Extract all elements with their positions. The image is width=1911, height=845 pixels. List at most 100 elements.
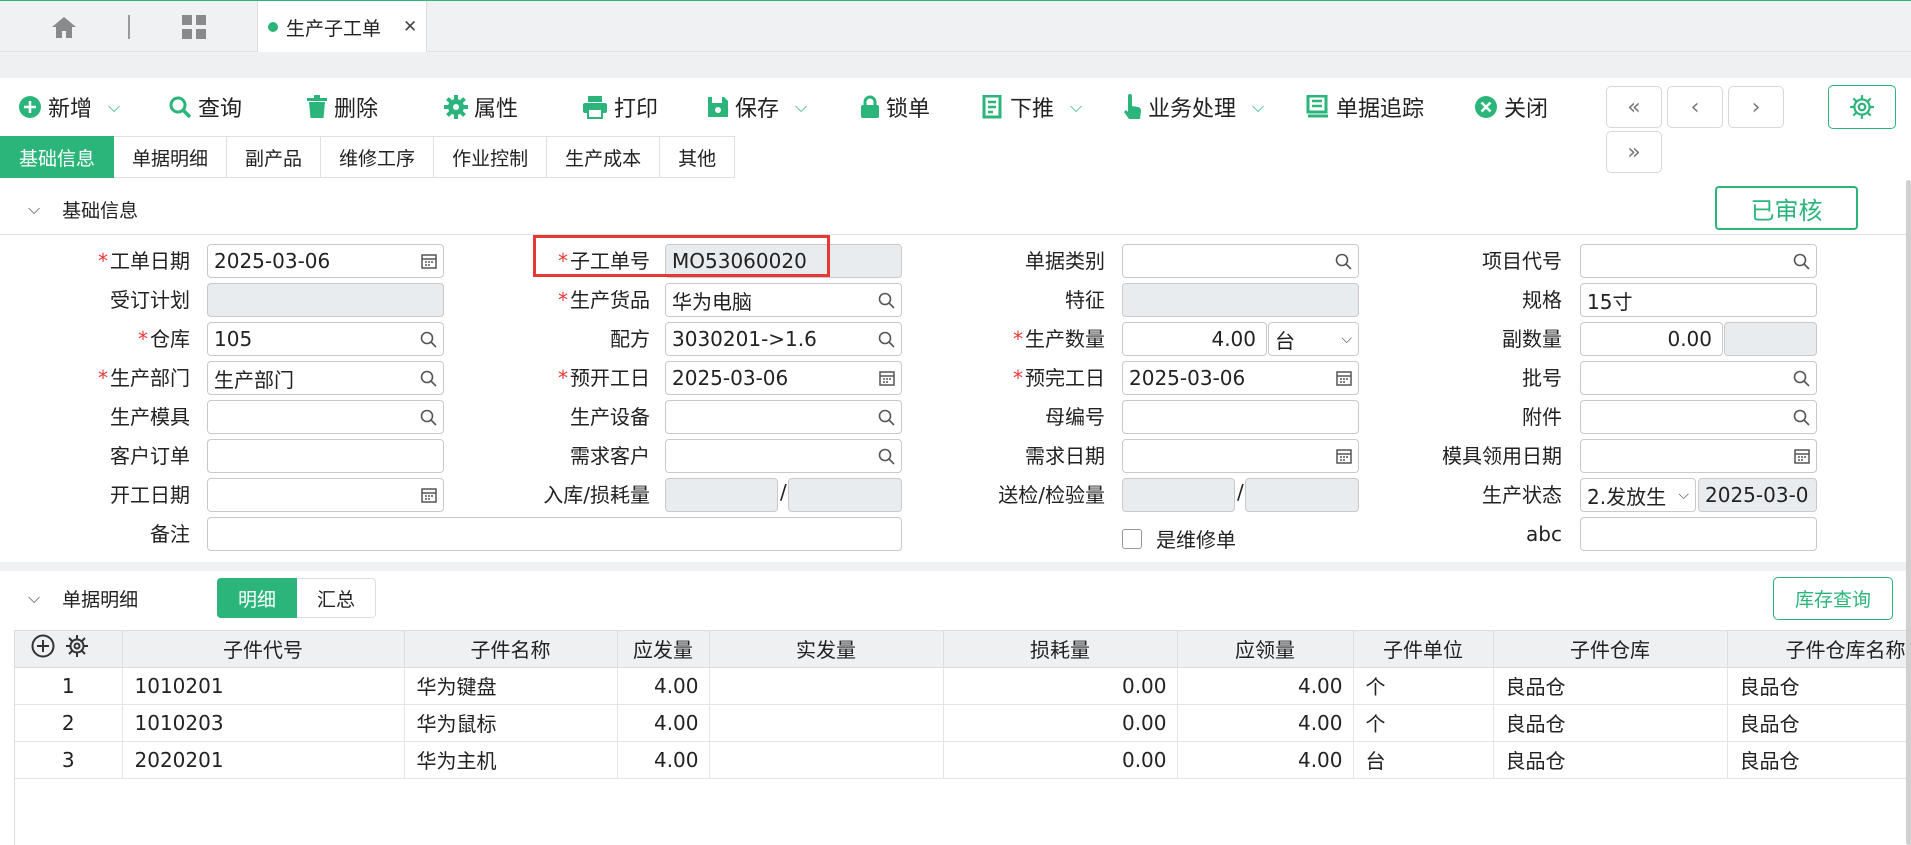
remark-field[interactable] — [207, 517, 902, 551]
push-down-button[interactable]: 下推 ⌵ — [982, 78, 1082, 136]
col-header[interactable]: 子件仓库 — [1493, 631, 1728, 668]
home-icon[interactable] — [44, 9, 84, 45]
repair-checkbox-wrap[interactable]: 是维修单 — [1122, 524, 1236, 553]
cell-warehouse-name[interactable]: 良品仓 — [1727, 704, 1910, 742]
order-date-field[interactable]: 2025-03-06 — [207, 244, 444, 278]
search-icon[interactable] — [420, 331, 437, 348]
query-button[interactable]: 查询 — [168, 78, 242, 136]
demand-customer-field[interactable] — [665, 439, 902, 473]
cell-issue-qty[interactable]: 4.00 — [617, 667, 710, 705]
chevron-down-icon[interactable]: ⌵ — [108, 97, 120, 117]
col-header[interactable]: 子件代号 — [122, 631, 405, 668]
cell-loss-qty[interactable]: 0.00 — [943, 741, 1178, 779]
tab-repair-process[interactable]: 维修工序 — [321, 136, 435, 178]
tab-job-control[interactable]: 作业控制 — [434, 136, 548, 178]
calendar-icon[interactable] — [1794, 448, 1810, 464]
cell-warehouse[interactable]: 良品仓 — [1493, 704, 1728, 742]
close-button[interactable]: 关闭 — [1474, 78, 1548, 136]
calendar-icon[interactable] — [421, 253, 437, 269]
cell-loss-qty[interactable]: 0.00 — [943, 667, 1178, 705]
cell-need-qty[interactable]: 4.00 — [1177, 741, 1354, 779]
cell-issue-qty[interactable]: 4.00 — [617, 741, 710, 779]
search-icon[interactable] — [1335, 253, 1352, 270]
parent-no-field[interactable] — [1122, 400, 1359, 434]
add-row-icon[interactable] — [31, 634, 55, 663]
tab-basic-info[interactable]: 基础信息 — [0, 136, 115, 178]
table-row[interactable]: 3 2020201 华为主机 4.00 0.00 4.00 台 良品仓 良品仓 — [15, 741, 1910, 779]
close-tab-icon[interactable]: ✕ — [403, 17, 417, 37]
search-icon[interactable] — [878, 409, 895, 426]
chevron-down-icon[interactable]: ⌵ — [1070, 97, 1082, 117]
qty-field[interactable]: 4.00 — [1122, 322, 1267, 356]
repair-checkbox[interactable] — [1122, 528, 1142, 549]
sub-qty-field[interactable]: 0.00 — [1580, 322, 1723, 356]
mold-field[interactable] — [207, 400, 444, 434]
search-icon[interactable] — [1793, 409, 1810, 426]
lock-button[interactable]: 锁单 — [860, 78, 930, 136]
cell-warehouse[interactable]: 良品仓 — [1493, 667, 1728, 705]
properties-button[interactable]: 属性 — [444, 78, 518, 136]
prev-record-button[interactable]: ‹ — [1667, 86, 1723, 128]
calendar-icon[interactable] — [421, 487, 437, 503]
dept-field[interactable]: 生产部门 — [207, 361, 444, 395]
demand-date-field[interactable] — [1122, 439, 1359, 473]
cell-unit[interactable]: 台 — [1353, 741, 1494, 779]
search-icon[interactable] — [878, 331, 895, 348]
save-button[interactable]: 保存 ⌵ — [707, 78, 807, 136]
first-record-button[interactable]: « — [1606, 86, 1662, 128]
apps-grid-icon[interactable] — [174, 9, 214, 45]
cell-unit[interactable]: 个 — [1353, 704, 1494, 742]
cell-warehouse-name[interactable]: 良品仓 — [1727, 667, 1910, 705]
mold-date-field[interactable] — [1580, 439, 1817, 473]
cell-warehouse-name[interactable]: 良品仓 — [1727, 741, 1910, 779]
table-row[interactable]: 1 1010201 华为键盘 4.00 0.00 4.00 个 良品仓 良品仓 — [15, 667, 1910, 705]
search-icon[interactable] — [878, 448, 895, 465]
stock-query-button[interactable]: 库存查询 — [1773, 577, 1893, 620]
search-icon[interactable] — [878, 292, 895, 309]
equipment-field[interactable] — [665, 400, 902, 434]
collapse-icon[interactable]: ⌵ — [28, 588, 40, 608]
col-header[interactable]: 子件名称 — [404, 631, 618, 668]
chevron-down-icon[interactable]: ⌵ — [1252, 97, 1264, 117]
tab-other[interactable]: 其他 — [660, 136, 736, 178]
next-record-button[interactable]: › — [1728, 86, 1784, 128]
cell-name[interactable]: 华为主机 — [404, 741, 618, 779]
prod-status-select[interactable]: 2.发放生 ⌵ — [1580, 478, 1696, 512]
cell-need-qty[interactable]: 4.00 — [1177, 704, 1354, 742]
calendar-icon[interactable] — [1336, 370, 1352, 386]
chevron-down-icon[interactable]: ⌵ — [795, 97, 807, 117]
search-icon[interactable] — [1793, 370, 1810, 387]
business-button[interactable]: 业务处理 ⌵ — [1122, 78, 1264, 136]
project-code-field[interactable] — [1580, 244, 1817, 278]
tab-doc-details[interactable]: 单据明细 — [114, 136, 228, 178]
delete-button[interactable]: 删除 — [306, 78, 378, 136]
detail-header[interactable]: ⌵ 单据明细 — [0, 581, 138, 615]
doc-category-field[interactable] — [1122, 244, 1359, 278]
tab-production-cost[interactable]: 生产成本 — [547, 136, 661, 178]
plan-end-field[interactable]: 2025-03-06 — [1122, 361, 1359, 395]
col-header[interactable]: 损耗量 — [943, 631, 1178, 668]
col-header[interactable]: 应领量 — [1177, 631, 1354, 668]
search-icon[interactable] — [420, 409, 437, 426]
spec-field[interactable]: 15寸 — [1580, 283, 1817, 317]
cell-unit[interactable]: 个 — [1353, 667, 1494, 705]
col-header[interactable]: 子件仓库名称 — [1727, 631, 1910, 668]
plan-start-field[interactable]: 2025-03-06 — [665, 361, 902, 395]
calendar-icon[interactable] — [1336, 448, 1352, 464]
cell-name[interactable]: 华为鼠标 — [404, 704, 618, 742]
trace-button[interactable]: 单据追踪 — [1306, 78, 1424, 136]
seg-detail[interactable]: 明细 — [217, 578, 298, 618]
cell-actual-qty[interactable] — [709, 667, 944, 705]
cell-issue-qty[interactable]: 4.00 — [617, 704, 710, 742]
col-header[interactable]: 应发量 — [617, 631, 710, 668]
customer-order-field[interactable] — [207, 439, 444, 473]
batch-field[interactable] — [1580, 361, 1817, 395]
search-icon[interactable] — [420, 370, 437, 387]
calendar-icon[interactable] — [879, 370, 895, 386]
cell-code[interactable]: 2020201 — [122, 741, 405, 779]
column-settings-icon[interactable] — [65, 634, 89, 663]
start-date-field[interactable] — [207, 478, 444, 512]
cell-name[interactable]: 华为键盘 — [404, 667, 618, 705]
abc-field[interactable] — [1580, 517, 1817, 551]
vertical-scrollbar[interactable] — [1906, 180, 1911, 845]
